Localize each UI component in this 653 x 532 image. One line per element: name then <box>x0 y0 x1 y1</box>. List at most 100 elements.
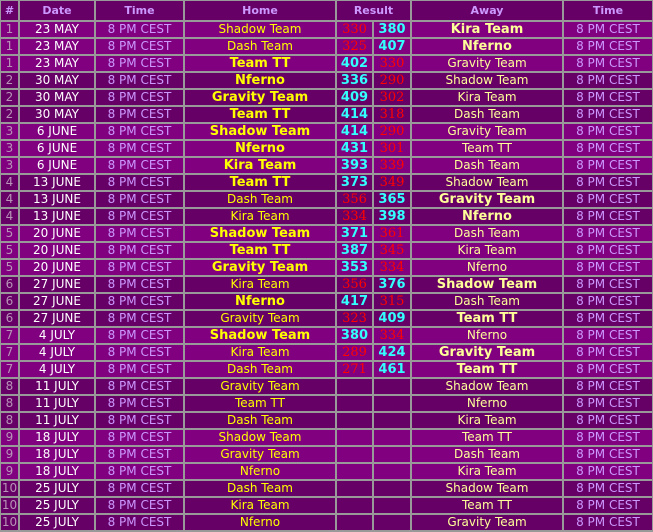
home-team: Kira Team <box>185 277 335 292</box>
away-team: Nferno <box>412 396 562 411</box>
match-time: 8 PM CEST <box>96 124 183 139</box>
match-row: 6 27 JUNE 8 PM CEST Nferno 417 315 Dash … <box>1 294 652 309</box>
match-row: 3 6 JUNE 8 PM CEST Shadow Team 414 290 G… <box>1 124 652 139</box>
match-time: 8 PM CEST <box>96 379 183 394</box>
home-score: 336 <box>337 73 372 88</box>
home-team: Shadow Team <box>185 22 335 37</box>
match-time: 8 PM CEST <box>96 209 183 224</box>
away-score: 301 <box>374 141 410 156</box>
away-team: Gravity Team <box>412 515 562 530</box>
match-time: 8 PM CEST <box>96 175 183 190</box>
home-score: 356 <box>337 277 372 292</box>
match-time-right: 8 PM CEST <box>564 362 652 377</box>
away-team: Nferno <box>412 260 562 275</box>
match-time: 8 PM CEST <box>96 396 183 411</box>
home-score: 325 <box>337 39 372 54</box>
home-score: 353 <box>337 260 372 275</box>
match-date: 13 JUNE <box>20 175 94 190</box>
match-row: 6 27 JUNE 8 PM CEST Gravity Team 323 409… <box>1 311 652 326</box>
round-number: 8 <box>1 379 18 394</box>
away-team: Kira Team <box>412 90 562 105</box>
home-score <box>337 396 372 411</box>
round-number: 2 <box>1 90 18 105</box>
match-row: 2 30 MAY 8 PM CEST Nferno 336 290 Shadow… <box>1 73 652 88</box>
match-date: 27 JUNE <box>20 311 94 326</box>
home-team: Shadow Team <box>185 124 335 139</box>
round-number: 8 <box>1 396 18 411</box>
match-time: 8 PM CEST <box>96 22 183 37</box>
away-score <box>374 481 410 496</box>
match-time: 8 PM CEST <box>96 260 183 275</box>
home-score <box>337 464 372 479</box>
match-row: 7 4 JULY 8 PM CEST Dash Team 271 461 Tea… <box>1 362 652 377</box>
match-time-right: 8 PM CEST <box>564 90 652 105</box>
round-number: 9 <box>1 447 18 462</box>
home-team: Dash Team <box>185 413 335 428</box>
away-team: Dash Team <box>412 226 562 241</box>
home-team: Team TT <box>185 396 335 411</box>
home-score: 271 <box>337 362 372 377</box>
match-date: 20 JUNE <box>20 260 94 275</box>
away-score: 407 <box>374 39 410 54</box>
match-date: 6 JUNE <box>20 124 94 139</box>
away-team: Team TT <box>412 141 562 156</box>
match-time-right: 8 PM CEST <box>564 56 652 71</box>
away-score: 290 <box>374 73 410 88</box>
round-number: 3 <box>1 158 18 173</box>
schedule-table: # Date Time Home Result Away Time 1 23 M… <box>0 0 653 532</box>
home-score: 417 <box>337 294 372 309</box>
match-date: 25 JULY <box>20 498 94 513</box>
round-number: 2 <box>1 73 18 88</box>
away-score: 345 <box>374 243 410 258</box>
away-score: 398 <box>374 209 410 224</box>
home-score: 431 <box>337 141 372 156</box>
match-time-right: 8 PM CEST <box>564 379 652 394</box>
home-score: 323 <box>337 311 372 326</box>
round-number: 6 <box>1 311 18 326</box>
match-row: 4 13 JUNE 8 PM CEST Dash Team 356 365 Gr… <box>1 192 652 207</box>
away-team: Kira Team <box>412 413 562 428</box>
away-team: Gravity Team <box>412 56 562 71</box>
match-time: 8 PM CEST <box>96 311 183 326</box>
match-row: 7 4 JULY 8 PM CEST Kira Team 289 424 Gra… <box>1 345 652 360</box>
match-row: 2 30 MAY 8 PM CEST Team TT 414 318 Dash … <box>1 107 652 122</box>
away-team: Shadow Team <box>412 481 562 496</box>
match-time: 8 PM CEST <box>96 192 183 207</box>
away-score <box>374 379 410 394</box>
home-team: Shadow Team <box>185 430 335 445</box>
match-time: 8 PM CEST <box>96 39 183 54</box>
match-time-right: 8 PM CEST <box>564 328 652 343</box>
home-score: 409 <box>337 90 372 105</box>
away-team: Nferno <box>412 328 562 343</box>
match-date: 20 JUNE <box>20 243 94 258</box>
match-time-right: 8 PM CEST <box>564 39 652 54</box>
home-team: Team TT <box>185 175 335 190</box>
header-round: # <box>1 1 18 20</box>
away-team: Team TT <box>412 311 562 326</box>
away-team: Kira Team <box>412 243 562 258</box>
home-team: Nferno <box>185 73 335 88</box>
away-team: Kira Team <box>412 464 562 479</box>
away-score <box>374 396 410 411</box>
match-time-right: 8 PM CEST <box>564 277 652 292</box>
home-team: Kira Team <box>185 209 335 224</box>
match-time-right: 8 PM CEST <box>564 107 652 122</box>
away-score: 339 <box>374 158 410 173</box>
home-team: Shadow Team <box>185 226 335 241</box>
match-date: 30 MAY <box>20 90 94 105</box>
home-team: Kira Team <box>185 158 335 173</box>
match-date: 13 JUNE <box>20 209 94 224</box>
home-score <box>337 430 372 445</box>
home-team: Gravity Team <box>185 90 335 105</box>
match-row: 1 23 MAY 8 PM CEST Team TT 402 330 Gravi… <box>1 56 652 71</box>
match-time: 8 PM CEST <box>96 362 183 377</box>
home-team: Gravity Team <box>185 379 335 394</box>
match-time: 8 PM CEST <box>96 430 183 445</box>
match-time: 8 PM CEST <box>96 328 183 343</box>
away-team: Team TT <box>412 430 562 445</box>
away-team: Shadow Team <box>412 73 562 88</box>
match-time: 8 PM CEST <box>96 481 183 496</box>
away-team: Dash Team <box>412 447 562 462</box>
home-score: 414 <box>337 124 372 139</box>
home-score: 356 <box>337 192 372 207</box>
